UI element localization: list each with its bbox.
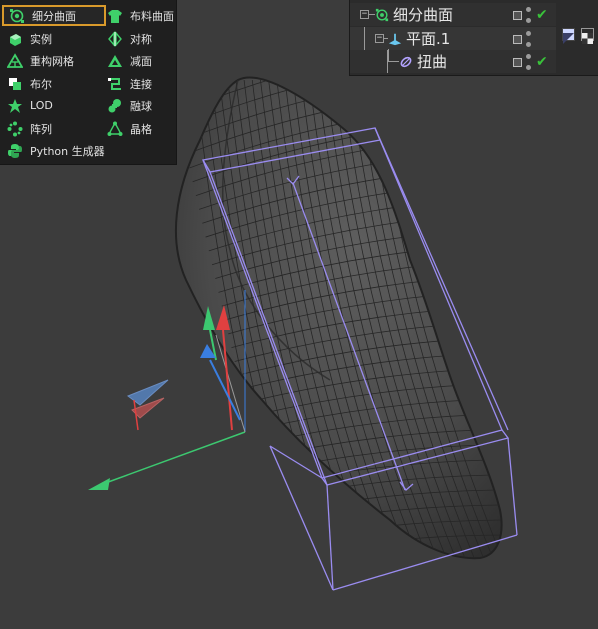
enabled-check-icon[interactable]: ✔ bbox=[536, 7, 550, 23]
cloth-surface-icon bbox=[106, 7, 124, 25]
menu-item-label: 晶格 bbox=[130, 122, 152, 136]
object-row-plane[interactable]: − 平面.1 bbox=[350, 27, 556, 50]
subdivision-surface-icon bbox=[8, 7, 26, 25]
twisted-plane-mesh[interactable] bbox=[170, 25, 510, 565]
plane-tags bbox=[556, 23, 598, 46]
connect-icon bbox=[106, 75, 124, 93]
object-name[interactable]: 平面.1 bbox=[406, 28, 450, 49]
metaball-icon bbox=[106, 97, 124, 115]
menu-item-boolean[interactable]: 布尔 bbox=[0, 73, 52, 94]
menu-item-array[interactable]: 阵列 bbox=[0, 118, 52, 139]
menu-item-atom-array[interactable]: 晶格 bbox=[100, 118, 152, 139]
python-generator-icon bbox=[6, 142, 24, 160]
menu-item-polygon-reduction[interactable]: 减面 bbox=[100, 50, 152, 71]
remesh-icon bbox=[6, 52, 24, 70]
lod-icon bbox=[6, 97, 24, 115]
collapse-toggle[interactable]: − bbox=[375, 34, 384, 43]
menu-item-symmetry[interactable]: 对称 bbox=[100, 28, 152, 49]
visibility-dots[interactable] bbox=[526, 54, 532, 70]
menu-item-subdivision-surface[interactable]: 细分曲面 bbox=[2, 5, 106, 26]
visibility-dots[interactable] bbox=[526, 7, 532, 23]
layer-toggle[interactable] bbox=[513, 34, 522, 44]
polygon-reduction-icon bbox=[106, 52, 124, 70]
object-manager: − 细分曲面 ✔ − 平面.1 扭曲 ✔ bbox=[349, 0, 598, 76]
menu-item-cloth-surface[interactable]: 布料曲面 bbox=[100, 5, 174, 26]
instance-icon bbox=[6, 30, 24, 48]
collapse-toggle[interactable]: − bbox=[360, 10, 369, 19]
symmetry-icon bbox=[106, 30, 124, 48]
checker-texture-tag-icon[interactable] bbox=[581, 28, 594, 44]
menu-item-label: 细分曲面 bbox=[32, 9, 76, 23]
menu-item-label: 连接 bbox=[130, 77, 152, 91]
menu-item-label: 对称 bbox=[130, 32, 152, 46]
boolean-icon bbox=[6, 75, 24, 93]
menu-item-label: Python 生成器 bbox=[30, 144, 105, 158]
material-tag-icon[interactable] bbox=[562, 28, 575, 44]
object-row-subdivision-surface[interactable]: − 细分曲面 ✔ bbox=[350, 3, 556, 26]
menu-item-label: LOD bbox=[30, 99, 53, 112]
menu-item-remesh[interactable]: 重构网格 bbox=[0, 50, 74, 71]
menu-item-lod[interactable]: LOD bbox=[0, 95, 53, 116]
menu-item-label: 重构网格 bbox=[30, 54, 74, 68]
visibility-dots[interactable] bbox=[526, 31, 532, 47]
menu-item-label: 融球 bbox=[130, 99, 152, 113]
twist-deformer-icon bbox=[399, 55, 413, 69]
enabled-check-icon[interactable]: ✔ bbox=[536, 54, 550, 70]
view-orientation-marker bbox=[126, 379, 169, 431]
menu-item-label: 布尔 bbox=[30, 77, 52, 91]
subdivision-surface-icon bbox=[375, 8, 389, 22]
object-name[interactable]: 细分曲面 bbox=[393, 4, 453, 25]
object-name[interactable]: 扭曲 bbox=[417, 51, 447, 72]
menu-item-instance[interactable]: 实例 bbox=[0, 28, 52, 49]
generator-menu: 细分曲面 实例 重构网格 布尔 LOD 阵列 Python 生成器 布料曲面 对… bbox=[0, 0, 177, 165]
menu-item-python-generator[interactable]: Python 生成器 bbox=[0, 140, 105, 161]
menu-item-label: 阵列 bbox=[30, 122, 52, 136]
menu-item-label: 布料曲面 bbox=[130, 9, 174, 23]
array-icon bbox=[6, 120, 24, 138]
layer-toggle[interactable] bbox=[513, 57, 522, 67]
menu-item-label: 实例 bbox=[30, 32, 52, 46]
layer-toggle[interactable] bbox=[513, 10, 522, 20]
menu-item-label: 减面 bbox=[130, 54, 152, 68]
object-row-twist[interactable]: 扭曲 ✔ bbox=[350, 49, 556, 73]
plane-icon bbox=[388, 32, 402, 46]
menu-item-metaball[interactable]: 融球 bbox=[100, 95, 152, 116]
atom-array-icon bbox=[106, 120, 124, 138]
menu-item-connect[interactable]: 连接 bbox=[100, 73, 152, 94]
